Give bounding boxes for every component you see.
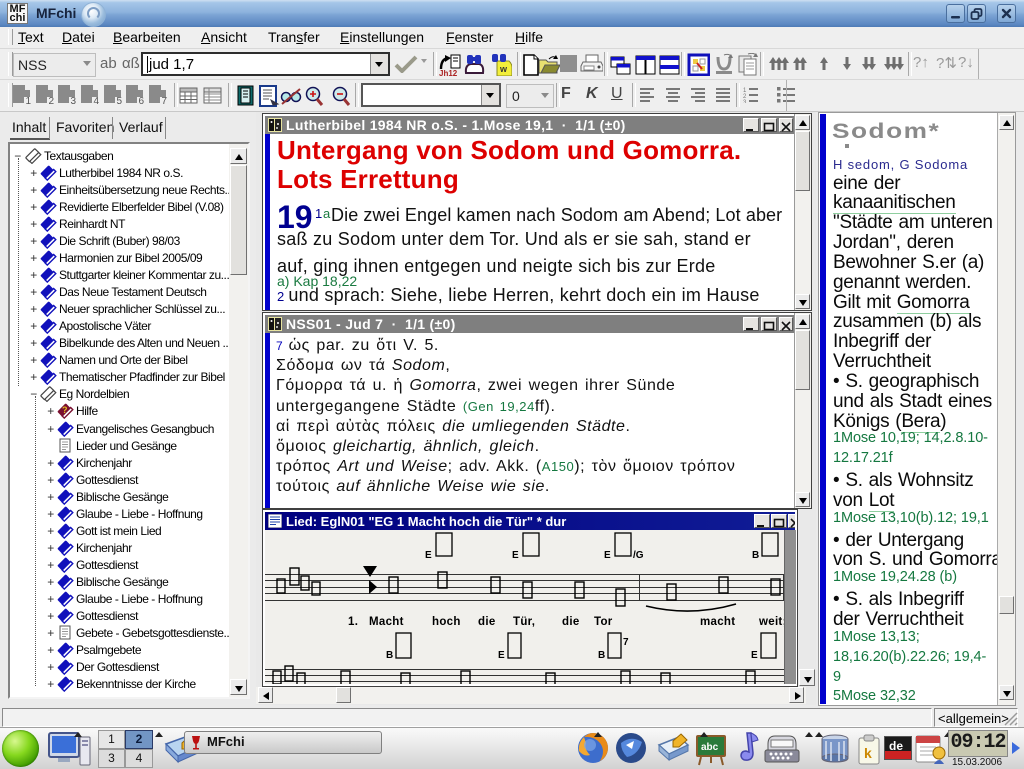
svg-text:B: B [386,650,393,661]
svg-text:die: die [478,616,496,628]
svg-text:B: B [752,550,759,561]
svg-text:die: die [562,616,580,628]
svg-text:E: E [425,550,432,561]
svg-text:1.: 1. [348,616,358,628]
svg-text:Macht: Macht [369,616,404,628]
svg-text:weit;: weit; [758,616,786,628]
svg-text:E: E [512,550,519,561]
svg-text:?: ? [62,405,67,415]
svg-text:7: 7 [623,637,629,648]
svg-text:3: 3 [743,100,747,103]
svg-text:Jh12: Jh12 [439,69,458,76]
svg-text:k: k [864,745,872,761]
svg-text:Tür,: Tür, [513,616,535,628]
svg-text:E: E [751,650,758,661]
svg-text:macht: macht [700,616,735,628]
svg-text:E: E [498,650,505,661]
svg-text:abc: abc [701,742,719,753]
svg-text:w: w [499,64,508,74]
svg-text:/G: /G [633,550,644,561]
svg-text:hoch: hoch [432,616,461,628]
svg-text:B: B [598,650,605,661]
svg-text:Tor: Tor [594,616,613,628]
svg-text:E: E [604,550,611,561]
